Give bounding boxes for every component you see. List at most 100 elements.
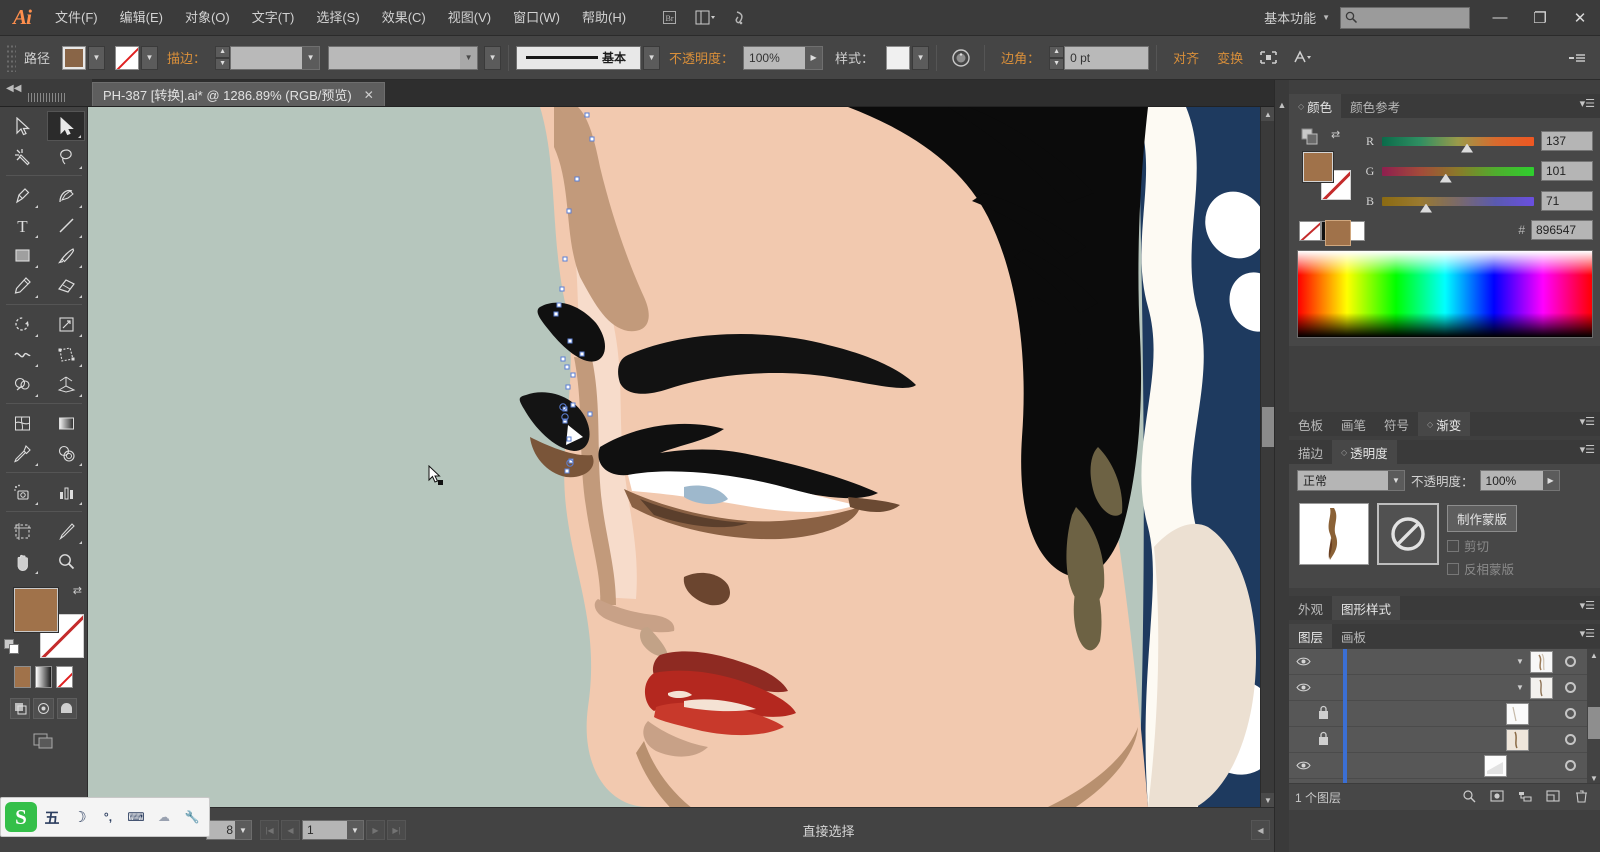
page-number-input[interactable]: 1 ▼ [302, 820, 364, 840]
variable-width-dropdown-icon[interactable]: ▼ [460, 46, 478, 69]
graphic-style-swatch[interactable] [886, 45, 911, 70]
stroke-weight-dropdown-icon[interactable]: ▼ [302, 46, 320, 69]
color-panel-fill-swatch[interactable] [1303, 152, 1333, 182]
soft-keyboard-icon[interactable]: ⌨ [123, 802, 149, 832]
stroke-options-icon[interactable]: ▼ [484, 45, 502, 70]
locate-object-icon[interactable] [1455, 789, 1483, 806]
gradient-mode-button[interactable] [35, 666, 52, 688]
first-page-button[interactable]: |◀ [260, 820, 279, 840]
target-indicator[interactable] [1559, 708, 1581, 719]
magic-wand-tool[interactable] [3, 141, 41, 171]
create-sublayer-icon[interactable] [1511, 789, 1539, 806]
menu-help[interactable]: 帮助(H) [571, 0, 637, 36]
tab-transparency[interactable]: ◇ 透明度 [1332, 440, 1397, 464]
eraser-tool[interactable] [47, 270, 85, 300]
expand-triangle-icon[interactable]: ▼ [1510, 657, 1530, 666]
moon-mode-icon[interactable]: ☽ [67, 802, 93, 832]
symbol-sprayer-tool[interactable] [3, 477, 41, 507]
stroke-weight-stepper[interactable]: ▲ ▼ [215, 45, 231, 70]
make-clipping-mask-icon[interactable] [1483, 789, 1511, 806]
ime-logo-icon[interactable]: S [5, 802, 37, 832]
scale-tool[interactable] [47, 309, 85, 339]
layers-scrollbar[interactable]: ▲ ▼ [1587, 649, 1600, 783]
slice-tool[interactable] [47, 516, 85, 546]
opacity-input[interactable]: 100% ▶ [743, 45, 824, 70]
close-button[interactable]: ✕ [1560, 0, 1600, 36]
corner-radius-input[interactable]: 0 pt [1064, 45, 1150, 70]
layers-list[interactable]: ▼ ▼ ▲ ▼ [1289, 648, 1600, 784]
blend-mode-select[interactable]: 正常 ▼ [1297, 470, 1405, 491]
corner-stepper[interactable]: ▲ ▼ [1049, 45, 1065, 70]
collapse-panels-icon[interactable]: ◀◀ [6, 83, 21, 94]
tab-graphic-styles[interactable]: 图形样式 [1332, 596, 1401, 620]
align-label[interactable]: 对齐 [1164, 48, 1208, 67]
layers-scrollbar-thumb[interactable] [1588, 707, 1600, 739]
mask-thumbnail[interactable] [1377, 503, 1439, 565]
screen-mode-icon[interactable] [56, 698, 77, 719]
none-mode-button[interactable] [56, 666, 73, 688]
visibility-toggle-icon[interactable] [1289, 682, 1317, 693]
perspective-grid-tool[interactable] [47, 369, 85, 399]
expand-triangle-icon[interactable]: ▼ [1510, 683, 1530, 692]
drawing-mode-behind-icon[interactable] [33, 698, 54, 719]
gradient-panel-menu-icon[interactable]: ▾☰ [1580, 417, 1595, 428]
sogou-ime-toolbar[interactable]: S 五 ☽ °, ⌨ ☁ 🔧 [0, 797, 210, 837]
visibility-toggle-icon[interactable] [1289, 760, 1317, 771]
hex-input[interactable]: 896547 [1531, 220, 1593, 240]
tab-swatches[interactable]: 色板 [1289, 412, 1332, 436]
page-dropdown-icon[interactable]: ▼ [347, 821, 363, 839]
make-mask-button[interactable]: 制作蒙版 [1447, 505, 1518, 532]
stock-icon[interactable] [726, 6, 756, 30]
stroke-dropdown-icon[interactable]: ▼ [141, 45, 159, 70]
selection-tool[interactable] [3, 111, 41, 141]
brush-definition[interactable]: 基本 [516, 45, 642, 70]
visibility-toggle-icon[interactable] [1289, 656, 1317, 667]
cloud-sync-icon[interactable]: ☁ [151, 802, 177, 832]
slider-knob-b[interactable] [1420, 203, 1432, 213]
menu-type[interactable]: 文字(T) [241, 0, 306, 36]
paintbrush-tool[interactable] [47, 240, 85, 270]
layer-thumbnail[interactable] [1506, 728, 1529, 751]
slider-knob-r[interactable] [1461, 143, 1474, 153]
column-graph-tool[interactable] [47, 477, 85, 507]
lock-toggle-icon[interactable] [1317, 731, 1343, 749]
next-page-button[interactable]: ▶ [366, 820, 385, 840]
swap-fill-stroke-icon[interactable]: ⇄ [1331, 128, 1340, 141]
slider-knob-g[interactable] [1439, 173, 1452, 183]
slider-track-r[interactable] [1382, 136, 1534, 153]
brush-dropdown-icon[interactable]: ▼ [643, 45, 661, 70]
scroll-left-button[interactable]: ◀ [1251, 820, 1270, 840]
drawing-mode-normal-icon[interactable] [10, 698, 31, 719]
type-tool[interactable]: T [3, 210, 41, 240]
slider-value-g[interactable]: 101 [1541, 161, 1593, 181]
artboard-tool[interactable] [3, 516, 41, 546]
zoom-level-input[interactable]: 8 ▼ [206, 820, 252, 840]
snap-to-glyph-icon[interactable] [1288, 44, 1315, 71]
rectangle-tool[interactable] [3, 240, 41, 270]
tab-brushes[interactable]: 画笔 [1332, 412, 1375, 436]
hand-tool[interactable] [3, 546, 41, 576]
input-mode-wubi[interactable]: 五 [39, 802, 65, 832]
zoom-tool[interactable] [47, 546, 85, 576]
lasso-tool[interactable] [47, 141, 85, 171]
free-transform-tool[interactable] [47, 339, 85, 369]
stroke-label[interactable]: 描边： [158, 48, 215, 67]
transform-label[interactable]: 变换 [1208, 48, 1252, 67]
stroke-swatch[interactable] [115, 45, 140, 70]
last-used-color-swatch[interactable] [1325, 220, 1351, 246]
create-new-layer-icon[interactable] [1539, 789, 1567, 806]
transparency-opacity-dropdown-icon[interactable]: ▶ [1542, 471, 1559, 490]
invert-mask-checkbox-box[interactable] [1447, 562, 1459, 575]
search-input[interactable] [1340, 6, 1470, 29]
tab-stroke[interactable]: 描边 [1289, 440, 1332, 464]
none-swatch[interactable] [1299, 221, 1321, 241]
menu-window[interactable]: 窗口(W) [502, 0, 571, 36]
default-fill-stroke-icon[interactable] [4, 639, 21, 656]
canvas-vertical-scrollbar[interactable]: ▲ ▼ [1260, 107, 1275, 807]
opacity-dropdown-icon[interactable]: ▶ [805, 46, 823, 69]
mesh-tool[interactable] [3, 408, 41, 438]
document-canvas[interactable] [88, 107, 1274, 807]
transparency-panel-menu-icon[interactable]: ▾☰ [1580, 445, 1595, 456]
object-thumbnail[interactable] [1299, 503, 1369, 565]
recolor-artwork-icon[interactable] [947, 44, 974, 71]
